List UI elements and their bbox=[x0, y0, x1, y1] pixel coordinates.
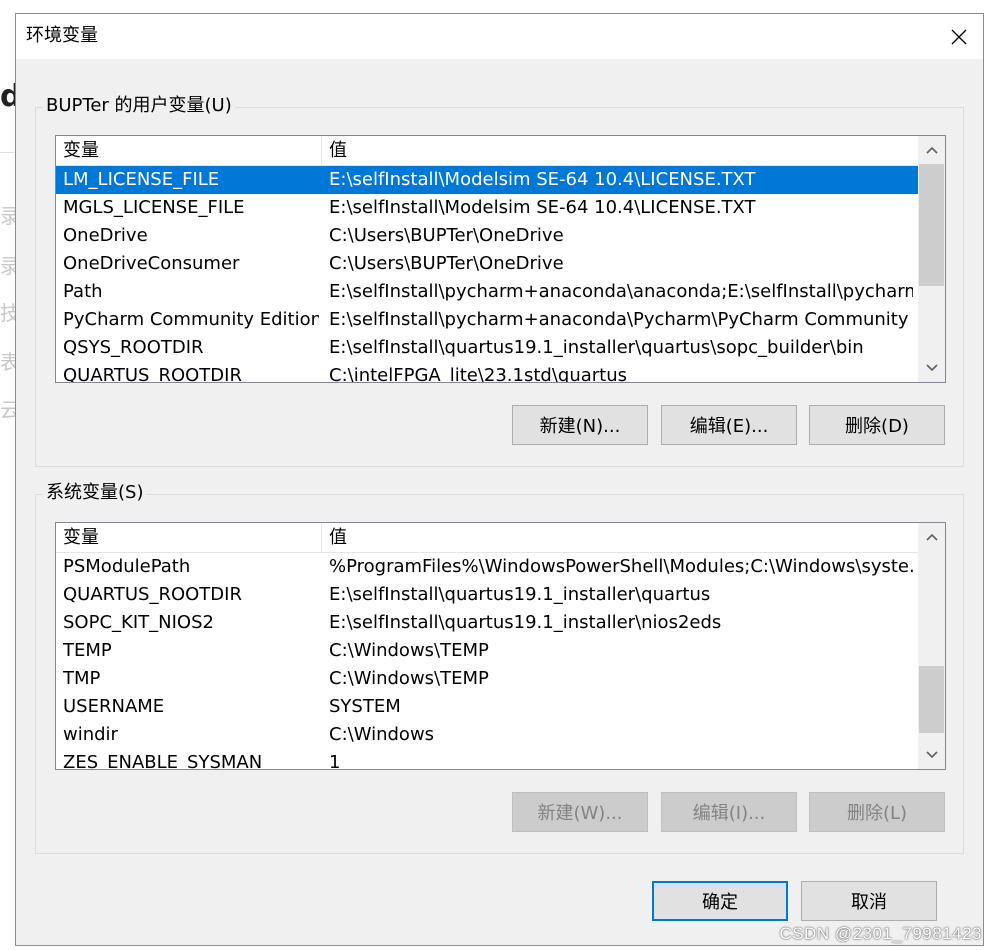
user-edit-button[interactable]: 编辑(E)... bbox=[661, 405, 797, 445]
variable-name: SOPC_KIT_NIOS2 bbox=[63, 612, 214, 633]
variable-name: TEMP bbox=[63, 640, 112, 661]
background-text-fragment: 录 bbox=[0, 254, 16, 278]
background-text-fragment: d bbox=[0, 80, 16, 114]
vertical-scrollbar[interactable] bbox=[918, 523, 945, 769]
variable-value: E:\selfInstall\pycharm+anaconda\Pycharm\… bbox=[329, 309, 913, 330]
variable-value: E:\selfInstall\quartus19.1_installer\qua… bbox=[329, 337, 864, 358]
system-variables-label: 系统变量(S) bbox=[43, 482, 147, 504]
list-header: 变量 值 bbox=[56, 136, 918, 166]
background-text-fragment: 技 bbox=[0, 301, 16, 325]
variable-value: SYSTEM bbox=[329, 696, 401, 717]
vertical-scrollbar[interactable] bbox=[918, 136, 945, 382]
chevron-down-icon bbox=[925, 751, 938, 759]
table-row[interactable]: QUARTUS_ROOTDIR C:\intelFPGA_lite\23.1st… bbox=[56, 362, 918, 382]
variable-value: C:\Users\BUPTer\OneDrive bbox=[329, 253, 564, 274]
ok-button[interactable]: 确定 bbox=[652, 881, 788, 921]
chevron-up-icon bbox=[925, 146, 938, 154]
variable-value: C:\Windows\TEMP bbox=[329, 668, 489, 689]
table-row[interactable]: USERNAME SYSTEM bbox=[56, 693, 918, 721]
variable-name: QUARTUS_ROOTDIR bbox=[63, 584, 242, 605]
column-header-variable[interactable]: 变量 bbox=[63, 139, 99, 163]
background-text-fragment: 云 bbox=[0, 398, 16, 422]
table-row[interactable]: TMP C:\Windows\TEMP bbox=[56, 665, 918, 693]
variable-name: QUARTUS_ROOTDIR bbox=[63, 365, 242, 382]
title-bar: 环境变量 bbox=[16, 14, 983, 59]
column-divider[interactable] bbox=[321, 136, 322, 166]
close-button[interactable] bbox=[935, 14, 983, 59]
variable-value: C:\intelFPGA_lite\23.1std\quartus bbox=[329, 365, 628, 382]
variable-name: MGLS_LICENSE_FILE bbox=[63, 197, 245, 218]
variable-name: LM_LICENSE_FILE bbox=[63, 169, 220, 190]
system-new-button[interactable]: 新建(W)... bbox=[512, 792, 648, 832]
variable-value: E:\selfInstall\quartus19.1_installer\qua… bbox=[329, 584, 711, 605]
scroll-up-button[interactable] bbox=[918, 136, 945, 164]
watermark: CSDN @2301_79981423 bbox=[779, 924, 982, 943]
variable-name: USERNAME bbox=[63, 696, 165, 717]
table-row[interactable]: SOPC_KIT_NIOS2 E:\selfInstall\quartus19.… bbox=[56, 609, 918, 637]
user-variables-list[interactable]: 变量 值 LM_LICENSE_FILE E:\selfInstall\Mode… bbox=[55, 135, 946, 383]
environment-variables-dialog: 环境变量 BUPTer 的用户变量(U) 变量 值 LM_LICENSE_FIL… bbox=[15, 13, 984, 946]
variable-value: E:\selfInstall\quartus19.1_installer\nio… bbox=[329, 612, 722, 633]
background-window-edge: d 录 录 技 表 云 bbox=[0, 0, 16, 950]
scrollbar-thumb[interactable] bbox=[919, 164, 944, 286]
variable-name: PyCharm Community Edition bbox=[63, 309, 319, 330]
variable-name: windir bbox=[63, 724, 118, 745]
column-divider[interactable] bbox=[321, 523, 322, 553]
column-header-value[interactable]: 值 bbox=[329, 526, 347, 550]
variable-value: %ProgramFiles%\WindowsPowerShell\Modules… bbox=[329, 556, 913, 577]
user-delete-button[interactable]: 删除(D) bbox=[809, 405, 945, 445]
variable-name: OneDrive bbox=[63, 225, 148, 246]
user-new-button[interactable]: 新建(N)... bbox=[512, 405, 648, 445]
table-row[interactable]: MGLS_LICENSE_FILE E:\selfInstall\Modelsi… bbox=[56, 194, 918, 222]
variable-value: C:\Windows bbox=[329, 724, 435, 745]
table-row[interactable]: TEMP C:\Windows\TEMP bbox=[56, 637, 918, 665]
close-icon bbox=[951, 29, 967, 44]
variable-name: PSModulePath bbox=[63, 556, 191, 577]
table-row[interactable]: windir C:\Windows bbox=[56, 721, 918, 749]
cancel-button[interactable]: 取消 bbox=[801, 881, 937, 921]
table-row[interactable]: QUARTUS_ROOTDIR E:\selfInstall\quartus19… bbox=[56, 581, 918, 609]
scroll-down-button[interactable] bbox=[918, 741, 945, 769]
table-row[interactable]: OneDrive C:\Users\BUPTer\OneDrive bbox=[56, 222, 918, 250]
background-divider bbox=[0, 152, 14, 153]
table-row[interactable]: ZES_ENABLE_SYSMAN 1 bbox=[56, 749, 918, 769]
background-text-fragment: 录 bbox=[0, 204, 16, 228]
variable-value: C:\Users\BUPTer\OneDrive bbox=[329, 225, 564, 246]
user-variables-group: BUPTer 的用户变量(U) 变量 值 LM_LICENSE_FILE E:\… bbox=[35, 95, 964, 467]
table-row[interactable]: LM_LICENSE_FILE E:\selfInstall\Modelsim … bbox=[56, 166, 918, 194]
variable-value: E:\selfInstall\pycharm+anaconda\anaconda… bbox=[329, 281, 913, 302]
scrollbar-thumb[interactable] bbox=[919, 666, 944, 733]
system-edit-button[interactable]: 编辑(I)... bbox=[661, 792, 797, 832]
variable-name: Path bbox=[63, 281, 103, 302]
list-header: 变量 值 bbox=[56, 523, 918, 553]
column-header-variable[interactable]: 变量 bbox=[63, 526, 99, 550]
variable-value: E:\selfInstall\Modelsim SE-64 10.4\LICEN… bbox=[329, 169, 756, 190]
table-row[interactable]: OneDriveConsumer C:\Users\BUPTer\OneDriv… bbox=[56, 250, 918, 278]
dialog-title: 环境变量 bbox=[26, 25, 98, 46]
variable-value: 1 bbox=[329, 752, 341, 769]
table-row[interactable]: PyCharm Community Edition E:\selfInstall… bbox=[56, 306, 918, 334]
background-text-fragment: 表 bbox=[0, 350, 16, 374]
column-header-value[interactable]: 值 bbox=[329, 139, 347, 163]
variable-value: C:\Windows\TEMP bbox=[329, 640, 489, 661]
system-variables-list[interactable]: 变量 值 PSModulePath %ProgramFiles%\Windows… bbox=[55, 522, 946, 770]
user-variables-label: BUPTer 的用户变量(U) bbox=[43, 95, 235, 117]
variable-value: E:\selfInstall\Modelsim SE-64 10.4\LICEN… bbox=[329, 197, 756, 218]
scroll-down-button[interactable] bbox=[918, 354, 945, 382]
variable-name: OneDriveConsumer bbox=[63, 253, 240, 274]
system-delete-button[interactable]: 删除(L) bbox=[809, 792, 945, 832]
chevron-up-icon bbox=[925, 533, 938, 541]
variable-name: TMP bbox=[63, 668, 101, 689]
table-row[interactable]: Path E:\selfInstall\pycharm+anaconda\ana… bbox=[56, 278, 918, 306]
table-row[interactable]: PSModulePath %ProgramFiles%\WindowsPower… bbox=[56, 553, 918, 581]
variable-name: ZES_ENABLE_SYSMAN bbox=[63, 752, 263, 769]
scroll-up-button[interactable] bbox=[918, 523, 945, 551]
table-row[interactable]: QSYS_ROOTDIR E:\selfInstall\quartus19.1_… bbox=[56, 334, 918, 362]
variable-name: QSYS_ROOTDIR bbox=[63, 337, 204, 358]
system-variables-group: 系统变量(S) 变量 值 PSModulePath %ProgramFiles%… bbox=[35, 482, 964, 854]
chevron-down-icon bbox=[925, 364, 938, 372]
